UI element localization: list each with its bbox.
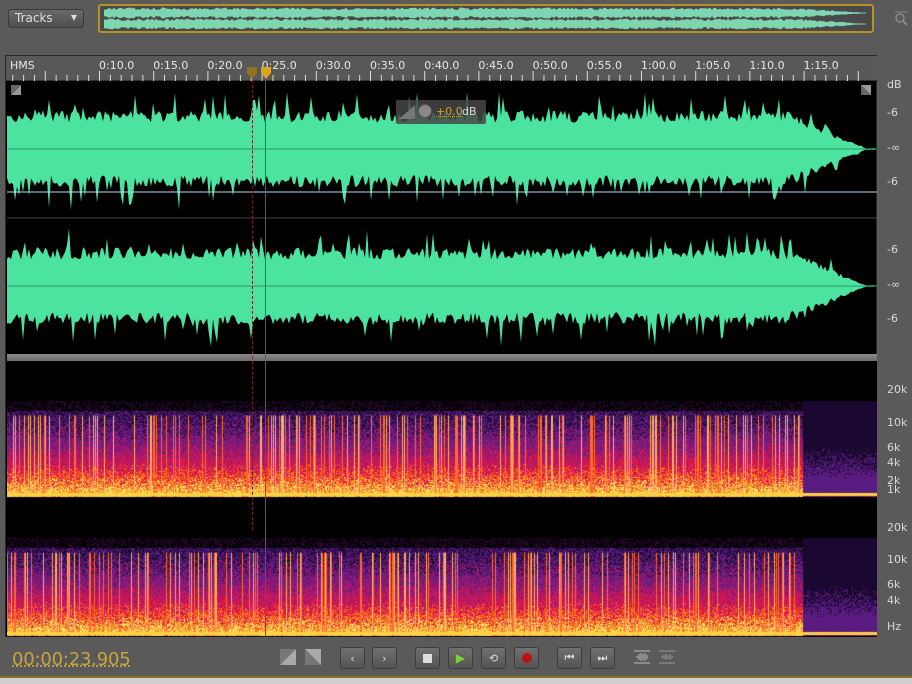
play-icon: ▶	[455, 651, 466, 665]
scale-label: -∞	[887, 278, 901, 291]
skip-end-icon: ⏭	[597, 651, 608, 664]
panel-divider[interactable]	[7, 354, 877, 361]
scale-label: -6	[887, 312, 898, 325]
overview-waveform[interactable]	[98, 4, 874, 33]
previous-button[interactable]: ‹	[340, 647, 365, 669]
scale-label: 20k	[887, 521, 908, 534]
scale-label: 20k	[887, 383, 908, 396]
level-meter-icon	[399, 105, 415, 119]
fade-out-icon[interactable]	[305, 649, 321, 665]
zoom-in-amplitude-icon[interactable]	[633, 649, 651, 665]
playhead-marker-icon[interactable]	[260, 66, 272, 80]
scale-label: 10k	[887, 553, 908, 566]
audio-editor: Tracks ▼ HMS 0:10.0 0:15.0 0:20.0 0:25.0 0:3…	[0, 0, 912, 684]
fade-out-handle-icon[interactable]	[861, 85, 871, 95]
playhead[interactable]	[265, 70, 266, 637]
skip-to-start-button[interactable]: ⏮	[557, 647, 582, 669]
chevron-left-icon: ‹	[350, 651, 355, 665]
skip-to-end-button[interactable]: ⏭	[590, 647, 615, 669]
fade-in-icon[interactable]	[280, 649, 296, 665]
scale-label: Hz	[887, 620, 902, 633]
next-button[interactable]: ›	[372, 647, 397, 669]
gain-value[interactable]: +0.0	[436, 105, 463, 118]
record-icon	[521, 653, 532, 663]
scale-label: -6	[887, 175, 898, 188]
play-button[interactable]: ▶	[448, 647, 473, 669]
ruler-ticks	[12, 71, 859, 81]
zoom-icon[interactable]	[893, 10, 909, 26]
scale-label: -6	[887, 243, 898, 256]
editor-panel: HMS 0:10.0 0:15.0 0:20.0 0:25.0 0:30.0 0:35.0…	[5, 55, 878, 637]
scale-label: 4k	[887, 594, 901, 607]
tracks-dropdown[interactable]: Tracks ▼	[8, 9, 84, 28]
start-marker-line	[252, 70, 253, 530]
start-marker-icon[interactable]	[246, 66, 258, 80]
current-time-display[interactable]: 00:00:23.905	[12, 649, 131, 670]
overview-channel	[104, 18, 866, 30]
vertical-scales: dB -6 -∞ -6 -6 -∞ -6 20k 10k 6k 4k 2k 1k…	[877, 78, 912, 638]
skip-start-icon: ⏮	[564, 651, 575, 664]
gain-knob[interactable]	[418, 104, 432, 118]
record-button[interactable]	[514, 647, 539, 669]
overview-wave-svg	[104, 7, 866, 30]
loop-icon: ⟲	[488, 651, 499, 665]
loop-button[interactable]: ⟲	[481, 647, 506, 669]
tracks-label: Tracks	[15, 11, 53, 25]
gain-hud[interactable]: +0.0 dB	[396, 100, 486, 124]
chevron-right-icon: ›	[382, 651, 387, 665]
chevron-down-icon: ▼	[70, 13, 77, 22]
scale-label: 6k	[887, 441, 901, 454]
stop-icon	[423, 653, 432, 663]
overview-channel	[104, 7, 866, 19]
gain-unit: dB	[462, 105, 477, 118]
stop-button[interactable]	[415, 647, 440, 669]
zoom-out-amplitude-icon[interactable]	[658, 649, 676, 665]
channel-waveform	[7, 228, 875, 347]
fade-in-handle-icon[interactable]	[11, 85, 21, 95]
scale-label: -∞	[887, 141, 901, 154]
scale-label: 1k	[887, 483, 901, 496]
time-ruler[interactable]: HMS 0:10.0 0:15.0 0:20.0 0:25.0 0:30.0 0:35.0…	[6, 56, 878, 81]
scale-label: 6k	[887, 578, 901, 591]
scale-label: 10k	[887, 416, 908, 429]
scale-label: 4k	[887, 456, 901, 469]
db-unit-label: dB	[887, 78, 902, 91]
lower-panel-tabs	[0, 678, 912, 684]
spectral-display[interactable]	[7, 361, 877, 637]
scale-label: -6	[887, 106, 898, 119]
